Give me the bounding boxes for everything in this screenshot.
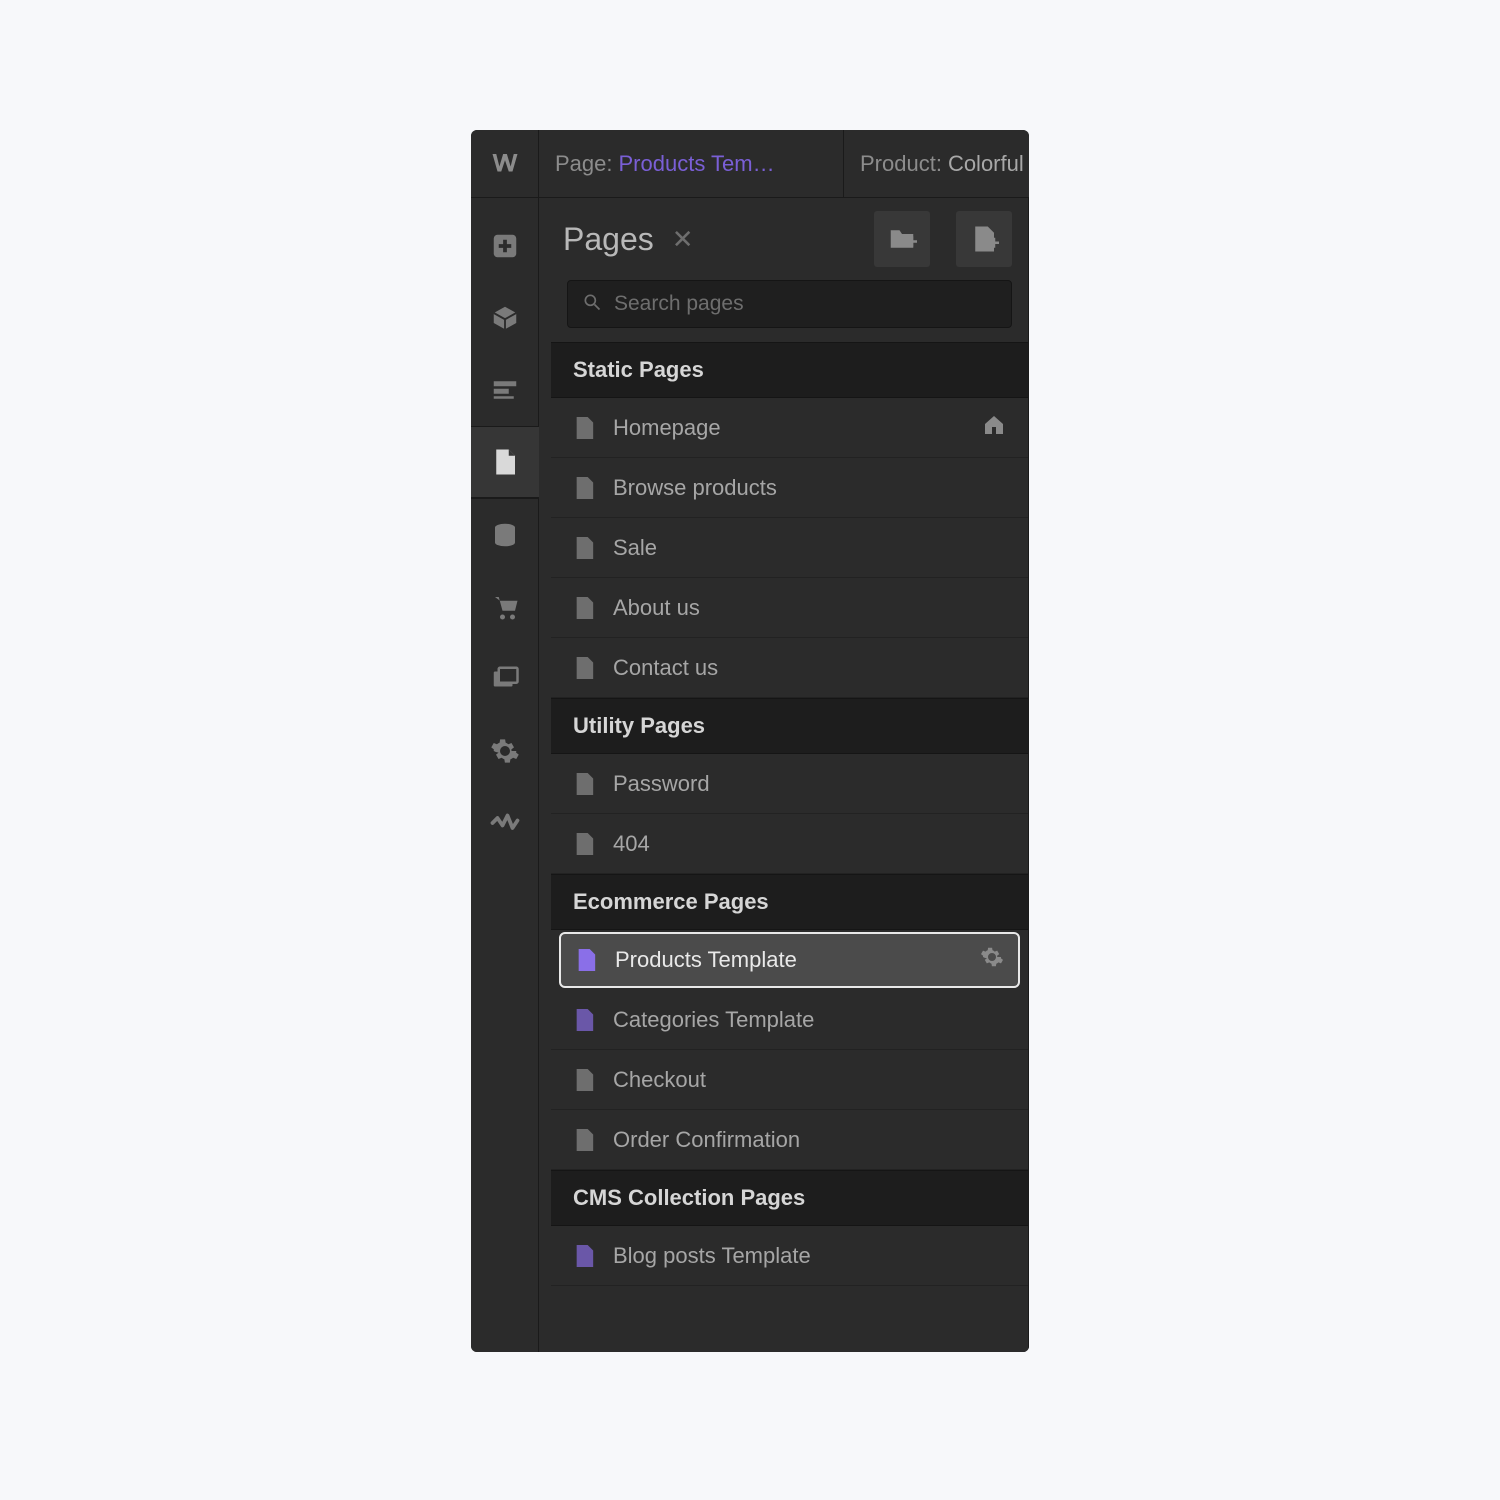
rail-ecommerce[interactable] xyxy=(471,571,539,643)
page-selector-value: Products Tem… xyxy=(619,151,775,177)
page-row-label: Order Confirmation xyxy=(613,1127,800,1153)
page-icon xyxy=(575,947,597,973)
page-icon xyxy=(573,1067,595,1093)
sections-host: Static Pages Homepage Browse products Sale A… xyxy=(551,342,1028,1286)
rail-cms[interactable] xyxy=(471,499,539,571)
gear-icon[interactable] xyxy=(980,945,1004,975)
search-input[interactable] xyxy=(614,292,997,316)
search-pages[interactable] xyxy=(567,280,1012,328)
page-row-label: Password xyxy=(613,771,710,797)
page-row[interactable]: Blog posts Template xyxy=(551,1226,1028,1286)
home-icon xyxy=(982,413,1006,443)
page-row[interactable]: Homepage xyxy=(551,398,1028,458)
rail-navigator[interactable] xyxy=(471,354,539,426)
page-icon xyxy=(573,771,595,797)
tool-rail xyxy=(471,198,539,1352)
page-icon xyxy=(573,655,595,681)
section-header: Utility Pages xyxy=(551,698,1028,754)
new-folder-button[interactable] xyxy=(874,211,930,267)
page-icon xyxy=(573,1127,595,1153)
page-row-label: Categories Template xyxy=(613,1007,814,1033)
page-selector-label: Page: xyxy=(555,151,613,177)
page-icon xyxy=(573,535,595,561)
rail-settings[interactable] xyxy=(471,715,539,787)
page-row[interactable]: Categories Template xyxy=(551,990,1028,1050)
product-selector-label: Product: xyxy=(860,151,942,177)
rail-add-element[interactable] xyxy=(471,210,539,282)
page-row-label: Checkout xyxy=(613,1067,706,1093)
page-row[interactable]: Checkout xyxy=(551,1050,1028,1110)
page-row[interactable]: About us xyxy=(551,578,1028,638)
page-row-label: About us xyxy=(613,595,700,621)
page-row[interactable]: Sale xyxy=(551,518,1028,578)
section-header: CMS Collection Pages xyxy=(551,1170,1028,1226)
rail-symbols[interactable] xyxy=(471,282,539,354)
new-page-button[interactable] xyxy=(956,211,1012,267)
page-row[interactable]: Browse products xyxy=(551,458,1028,518)
page-row-label: Products Template xyxy=(615,947,797,973)
page-row-label: Sale xyxy=(613,535,657,561)
section-header: Static Pages xyxy=(551,342,1028,398)
product-selector-value: Colorful W xyxy=(948,151,1029,177)
pages-panel: Pages ✕ Static PagesHomepageBrow xyxy=(539,198,1029,1352)
page-icon xyxy=(573,475,595,501)
rail-assets[interactable] xyxy=(471,643,539,715)
page-icon xyxy=(573,415,595,441)
panel-title: Pages xyxy=(563,221,654,258)
rail-audit[interactable] xyxy=(471,787,539,859)
search-icon xyxy=(582,292,602,317)
top-bar: Page: Products Tem… Product: Colorful W xyxy=(471,130,1029,198)
close-icon[interactable]: ✕ xyxy=(672,226,694,252)
page-row-label: Contact us xyxy=(613,655,718,681)
app-frame: Page: Products Tem… Product: Colorful W xyxy=(471,130,1029,1352)
page-row[interactable]: 404 xyxy=(551,814,1028,874)
rail-pages[interactable] xyxy=(471,426,539,498)
page-row[interactable]: Order Confirmation xyxy=(551,1110,1028,1170)
panel-header: Pages ✕ xyxy=(551,198,1028,280)
page-row[interactable]: Password xyxy=(551,754,1028,814)
page-icon xyxy=(573,595,595,621)
product-selector[interactable]: Product: Colorful W xyxy=(844,130,1029,198)
page-row-label: Homepage xyxy=(613,415,721,441)
section-header: Ecommerce Pages xyxy=(551,874,1028,930)
page-icon xyxy=(573,1243,595,1269)
page-row[interactable]: Contact us xyxy=(551,638,1028,698)
brand-logo[interactable] xyxy=(471,130,539,198)
page-row-label: 404 xyxy=(613,831,650,857)
page-row[interactable]: Products Template xyxy=(559,932,1020,988)
page-row-label: Browse products xyxy=(613,475,777,501)
page-selector[interactable]: Page: Products Tem… xyxy=(539,130,844,198)
page-row-label: Blog posts Template xyxy=(613,1243,811,1269)
page-icon xyxy=(573,1007,595,1033)
page-icon xyxy=(573,831,595,857)
